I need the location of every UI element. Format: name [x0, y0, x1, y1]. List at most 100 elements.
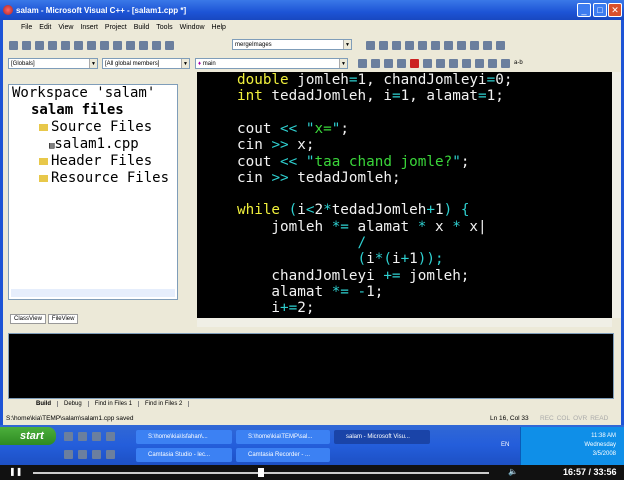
save-all-icon[interactable] [48, 40, 57, 50]
find-icon[interactable] [366, 40, 375, 50]
tree-resource-files[interactable]: Resource Files [39, 170, 169, 187]
close-button[interactable]: ✕ [608, 3, 622, 17]
tab-fileview[interactable]: FileView [47, 314, 79, 324]
menu-tools[interactable]: Tools [156, 24, 172, 31]
code-line[interactable]: / [237, 235, 367, 251]
ie-icon[interactable] [106, 432, 115, 441]
code-line[interactable]: int tedadJomleh, i=1, alamat=1; [237, 88, 504, 104]
menu-edit[interactable]: Edit [39, 24, 51, 31]
chevron-down-icon[interactable]: ▼ [343, 40, 351, 49]
breakpoint-icon[interactable] [444, 40, 453, 50]
tab-build[interactable]: Build [30, 401, 58, 407]
indent-icon[interactable] [501, 58, 510, 68]
ab-button[interactable]: a-b [514, 60, 523, 66]
start-button[interactable]: start [0, 427, 56, 445]
output-icon[interactable] [139, 40, 148, 50]
globals-combo[interactable]: [Globals] ▼ [8, 58, 98, 69]
redo-icon[interactable] [113, 40, 122, 50]
watch-icon[interactable] [483, 40, 492, 50]
code-line[interactable]: (i*(i+1)); [237, 251, 444, 267]
menu-help[interactable]: Help [212, 24, 226, 31]
next-bookmark-icon[interactable] [462, 58, 471, 68]
ie-icon[interactable] [106, 450, 115, 459]
tree-source-files[interactable]: Source Files [39, 119, 152, 136]
code-line[interactable]: cout << "taa chand jomle?"; [237, 154, 469, 170]
prev-bookmark-icon[interactable] [475, 58, 484, 68]
code-line[interactable]: while (i<2*tedadJomleh+1) { [237, 202, 469, 218]
code-editor[interactable]: double jomleh=1, chandJomleyi=0; int teda… [197, 72, 613, 318]
tab-find-in-files-1[interactable]: Find in Files 1 [89, 401, 140, 407]
tree-header-files[interactable]: Header Files [39, 153, 152, 170]
compile-icon[interactable] [371, 58, 380, 68]
menu-file[interactable]: File [21, 24, 32, 31]
tab-classview[interactable]: ClassView [10, 314, 46, 324]
members-combo[interactable]: [All global members] ▼ [102, 58, 190, 69]
code-line[interactable]: chandJomleyi += jomleh; [237, 268, 469, 284]
cut-icon[interactable] [61, 40, 70, 50]
menu-project[interactable]: Project [105, 24, 127, 31]
windows-icon[interactable] [152, 40, 161, 50]
firefox-icon[interactable] [78, 450, 87, 459]
code-line[interactable]: jomleh *= alamat * x * x| [237, 219, 486, 235]
find-in-files-icon[interactable] [165, 40, 174, 50]
compile-icon[interactable] [379, 40, 388, 50]
menu-window[interactable]: Window [180, 24, 205, 31]
clock-time[interactable]: 11:38 AM [584, 432, 616, 441]
eye-icon[interactable] [64, 450, 73, 459]
desktop-icon[interactable] [64, 432, 73, 441]
seek-thumb[interactable] [258, 468, 264, 477]
open-icon[interactable] [22, 40, 31, 50]
execute-icon[interactable] [418, 40, 427, 50]
menu-insert[interactable]: Insert [80, 24, 98, 31]
task-camtasia-recorder[interactable]: Camtasia Recorder - ... [236, 448, 330, 462]
save-icon[interactable] [35, 40, 44, 50]
paste-icon[interactable] [87, 40, 96, 50]
menu-view[interactable]: View [58, 24, 73, 31]
exclamation-icon[interactable] [410, 58, 419, 68]
code-line[interactable]: double jomleh=1, chandJomleyi=0; [237, 72, 512, 88]
task-visual-cpp[interactable]: salam - Microsoft Visu... [334, 430, 430, 444]
editor-hscrollbar[interactable] [197, 318, 612, 327]
build-icon[interactable] [392, 40, 401, 50]
task-explorer-temp[interactable]: S:\home\kia\TEMP\sal... [236, 430, 330, 444]
code-line[interactable]: cin >> tedadJomleh; [237, 170, 401, 186]
code-line[interactable]: alamat *= -1; [237, 284, 383, 300]
undo-icon[interactable] [100, 40, 109, 50]
stop-icon[interactable] [397, 58, 406, 68]
menu-build[interactable]: Build [134, 24, 150, 31]
class-icon[interactable] [384, 58, 393, 68]
editor-vscrollbar[interactable] [612, 72, 621, 318]
code-line[interactable]: cin >> x; [237, 137, 314, 153]
language-indicator[interactable]: EN [501, 442, 509, 448]
step-over-icon[interactable] [470, 40, 479, 50]
tree-project[interactable]: salam files [31, 102, 124, 119]
go-icon[interactable] [431, 40, 440, 50]
hand-icon[interactable] [436, 58, 445, 68]
variables-icon[interactable] [496, 40, 505, 50]
minimize-button[interactable]: _ [577, 3, 591, 17]
tab-debug[interactable]: Debug [58, 401, 89, 407]
bookmark-icon[interactable] [449, 58, 458, 68]
find-combo[interactable]: mergeImages ▼ [232, 39, 352, 50]
folder-icon[interactable] [78, 432, 87, 441]
maximize-button[interactable]: □ [593, 3, 607, 17]
volume-icon[interactable]: 🔈 [508, 467, 518, 476]
task-camtasia-studio[interactable]: Camtasia Studio - lec... [136, 448, 232, 462]
binoculars-icon[interactable] [488, 58, 497, 68]
workspace-icon[interactable] [126, 40, 135, 50]
new-file-icon[interactable] [9, 40, 18, 50]
copy-icon[interactable] [74, 40, 83, 50]
wizard-icon[interactable] [358, 58, 367, 68]
function-combo[interactable]: ♦ main ▼ [195, 58, 348, 69]
pause-button[interactable]: ❚❚ [9, 467, 22, 476]
task-explorer-isfahan[interactable]: S:\home\kia\Isfahan\... [136, 430, 232, 444]
step-icon[interactable] [457, 40, 466, 50]
app-icon[interactable] [92, 432, 101, 441]
app-icon[interactable] [92, 450, 101, 459]
tree-workspace[interactable]: Workspace 'salam' [12, 85, 155, 102]
go-to-icon[interactable] [423, 58, 432, 68]
code-line[interactable]: cout << "x="; [237, 121, 349, 137]
tab-find-in-files-2[interactable]: Find in Files 2 [139, 401, 190, 407]
code-line[interactable]: i+=2; [237, 300, 314, 316]
workspace-hscrollbar[interactable] [11, 289, 175, 297]
